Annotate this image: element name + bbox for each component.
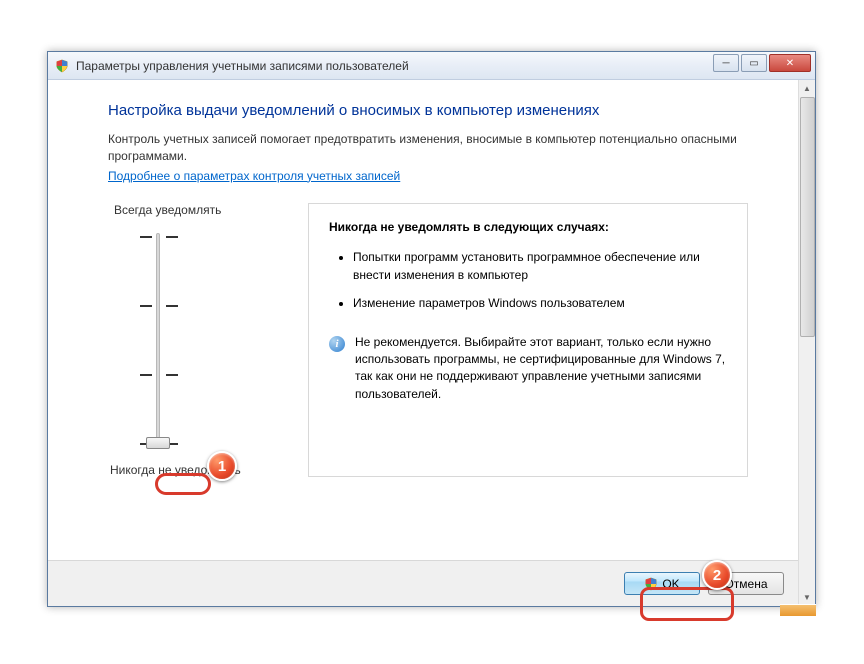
ok-button-label: OK [662,577,679,591]
content-wrap: Настройка выдачи уведомлений о вносимых … [48,80,815,606]
ok-button[interactable]: OK [624,572,700,595]
warning-text: Не рекомендуется. Выбирайте этот вариант… [355,334,727,404]
list-item: Изменение параметров Windows пользовател… [353,294,727,312]
orange-corner-tab [780,604,816,616]
window-title: Параметры управления учетными записями п… [76,59,409,73]
slider-tick [166,374,178,376]
learn-more-link[interactable]: Подробнее о параметрах контроля учетных … [108,169,400,183]
page-title: Настройка выдачи уведомлений о вносимых … [108,102,748,119]
slider-label-always: Всегда уведомлять [114,203,268,217]
shield-icon [54,58,70,74]
uac-settings-window: Параметры управления учетными записями п… [47,51,816,607]
button-bar: OK Отмена [48,560,798,606]
slider-track [156,233,160,447]
slider-label-never: Никогда не уведомлять [110,463,268,477]
slider-thumb[interactable] [146,437,170,449]
slider-tick [166,305,178,307]
description-panel: Никогда не уведомлять в следующих случая… [308,203,748,477]
scroll-thumb[interactable] [800,97,815,337]
shield-icon [644,577,658,591]
description-list: Попытки программ установить программное … [353,248,727,312]
maximize-button[interactable]: ▭ [741,54,767,72]
close-button[interactable]: ✕ [769,54,811,72]
titlebar[interactable]: Параметры управления учетными записями п… [48,52,815,80]
window-controls: ─ ▭ ✕ [713,54,811,72]
slider-tick [166,236,178,238]
list-item: Попытки программ установить программное … [353,248,727,284]
warning-row: i Не рекомендуется. Выбирайте этот вариа… [329,334,727,404]
uac-slider[interactable] [138,225,268,455]
description-heading: Никогда не уведомлять в следующих случая… [329,220,727,234]
cancel-button-label: Отмена [724,577,767,591]
info-icon: i [329,336,345,352]
minimize-button[interactable]: ─ [713,54,739,72]
vertical-scrollbar[interactable]: ▲ ▼ [798,80,815,606]
intro-text: Контроль учетных записей помогает предот… [108,131,748,165]
slider-tick [140,236,152,238]
cancel-button[interactable]: Отмена [708,572,784,595]
slider-tick [140,374,152,376]
slider-column: Всегда уведомлять Никогда не уведомлят [108,203,268,477]
main-row: Всегда уведомлять Никогда не уведомлят [108,203,748,477]
scroll-up-arrow[interactable]: ▲ [799,80,815,97]
slider-tick [140,305,152,307]
content-area: Настройка выдачи уведомлений о вносимых … [48,80,798,606]
